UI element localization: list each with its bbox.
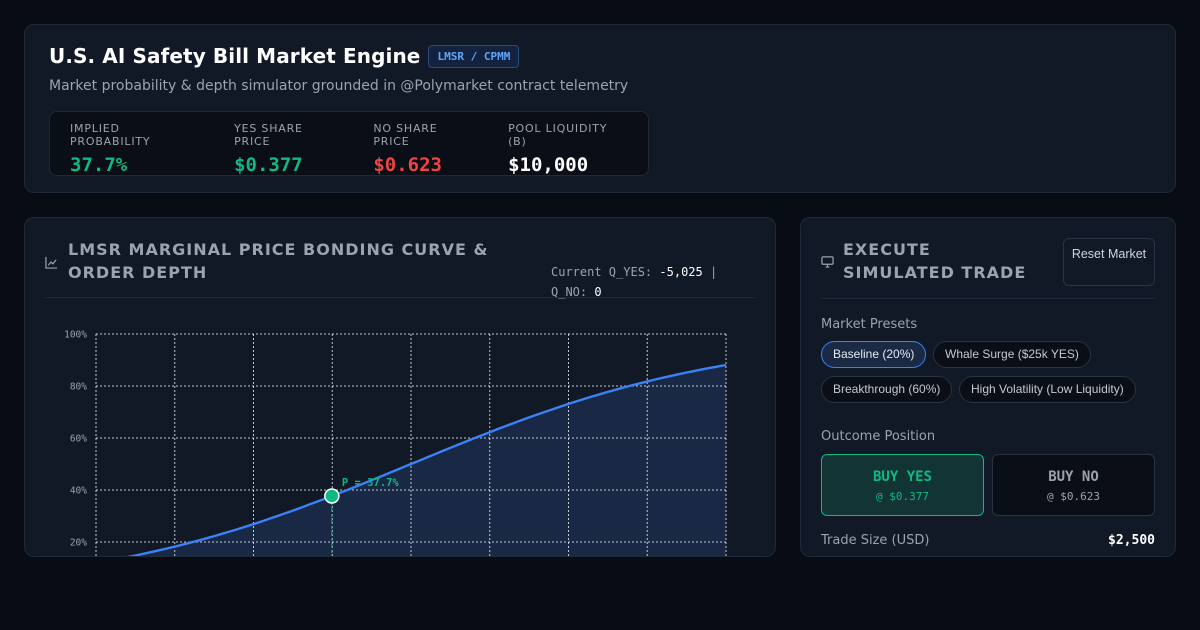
page-title: U.S. AI Safety Bill Market Engine (49, 44, 421, 68)
buy-no-price: @ $0.623 (1047, 490, 1100, 503)
stat-label: POOL LIQUIDITY (B) (508, 122, 608, 148)
trade-size-row: Trade Size (USD) $2,500 (821, 533, 1155, 548)
stat-label: IMPLIED PROBABILITY (70, 122, 151, 148)
q-yes-value: -5,025 (659, 265, 703, 279)
trade-panel-title: EXECUTE SIMULATED TRADE (843, 240, 1027, 282)
buy-no-button[interactable]: BUY NO @ $0.623 (992, 454, 1155, 516)
y-tick-label: 60% (70, 434, 87, 445)
market-stats-bar: IMPLIED PROBABILITY 37.7% YES SHARE PRIC… (49, 111, 649, 176)
trade-panel: EXECUTE SIMULATED TRADE Reset Market Mar… (800, 217, 1176, 557)
outcome-position-label: Outcome Position (821, 429, 936, 444)
market-header-card: U.S. AI Safety Bill Market Engine LMSR /… (24, 24, 1176, 193)
buy-yes-button[interactable]: BUY YES @ $0.377 (821, 454, 984, 516)
y-tick-label: 80% (70, 382, 87, 393)
line-chart-icon (45, 256, 58, 269)
bonding-curve-panel: LMSR MARGINAL PRICE BONDING CURVE & ORDE… (24, 217, 776, 557)
reset-market-button[interactable]: Reset Market (1063, 238, 1155, 286)
stat-no-share-price: NO SHARE PRICE $0.623 (373, 122, 476, 176)
stat-value: $0.623 (373, 154, 442, 176)
stat-value: $10,000 (508, 154, 589, 176)
preset-high-volatility-button[interactable]: High Volatility (Low Liquidity) (959, 376, 1136, 403)
stat-pool-liquidity: POOL LIQUIDITY (B) $10,000 (508, 122, 628, 176)
y-tick-label: 100% (64, 330, 87, 341)
trade-size-value: $2,500 (1108, 533, 1155, 548)
quantity-readout: Current Q_YES: -5,025 | Q_NO: 0 (551, 262, 741, 302)
panel-title: LMSR MARGINAL PRICE BONDING CURVE & ORDE… (68, 240, 489, 282)
panel-header: LMSR MARGINAL PRICE BONDING CURVE & ORDE… (45, 238, 755, 299)
bonding-curve-chart: 100% 80% 60% 40% 20% P = 37.7% (64, 330, 727, 556)
buy-yes-price: @ $0.377 (876, 490, 929, 503)
q-yes-label: Current Q_YES: (551, 265, 653, 279)
separator: | (709, 265, 718, 279)
buy-yes-label: BUY YES (872, 469, 932, 485)
panel-title-wrap: LMSR MARGINAL PRICE BONDING CURVE & ORDE… (45, 238, 538, 284)
model-badge: LMSR / CPMM (428, 44, 520, 68)
preset-whale-surge-button[interactable]: Whale Surge ($25k YES) (933, 341, 1091, 368)
q-no-label: Q_NO: (551, 285, 588, 299)
current-price-label: P = 37.7% (342, 477, 400, 489)
trade-title-wrap: EXECUTE SIMULATED TRADE (821, 238, 1043, 284)
buy-no-label: BUY NO (1048, 469, 1099, 485)
y-tick-label: 20% (70, 538, 87, 549)
stat-label: YES SHARE PRICE (234, 122, 303, 148)
preset-breakthrough-button[interactable]: Breakthrough (60%) (821, 376, 953, 403)
title-row: U.S. AI Safety Bill Market Engine LMSR /… (49, 44, 520, 68)
stat-label: NO SHARE PRICE (373, 122, 438, 148)
trade-panel-header: EXECUTE SIMULATED TRADE Reset Market (821, 238, 1155, 299)
page-subtitle: Market probability & depth simulator gro… (49, 78, 629, 94)
trade-size-label: Trade Size (USD) (821, 533, 930, 548)
stat-value: 37.7% (70, 154, 128, 176)
stat-yes-share-price: YES SHARE PRICE $0.377 (234, 122, 341, 176)
presets-label: Market Presets (821, 317, 918, 332)
preset-baseline-button[interactable]: Baseline (20%) (821, 341, 927, 368)
stat-value: $0.377 (234, 154, 303, 176)
monitor-icon (821, 256, 834, 268)
curve-area-fill (132, 365, 726, 556)
q-no-value: 0 (594, 285, 602, 299)
y-tick-label: 40% (70, 486, 87, 497)
stat-implied-probability: IMPLIED PROBABILITY 37.7% (70, 122, 202, 176)
current-price-marker (324, 488, 340, 504)
